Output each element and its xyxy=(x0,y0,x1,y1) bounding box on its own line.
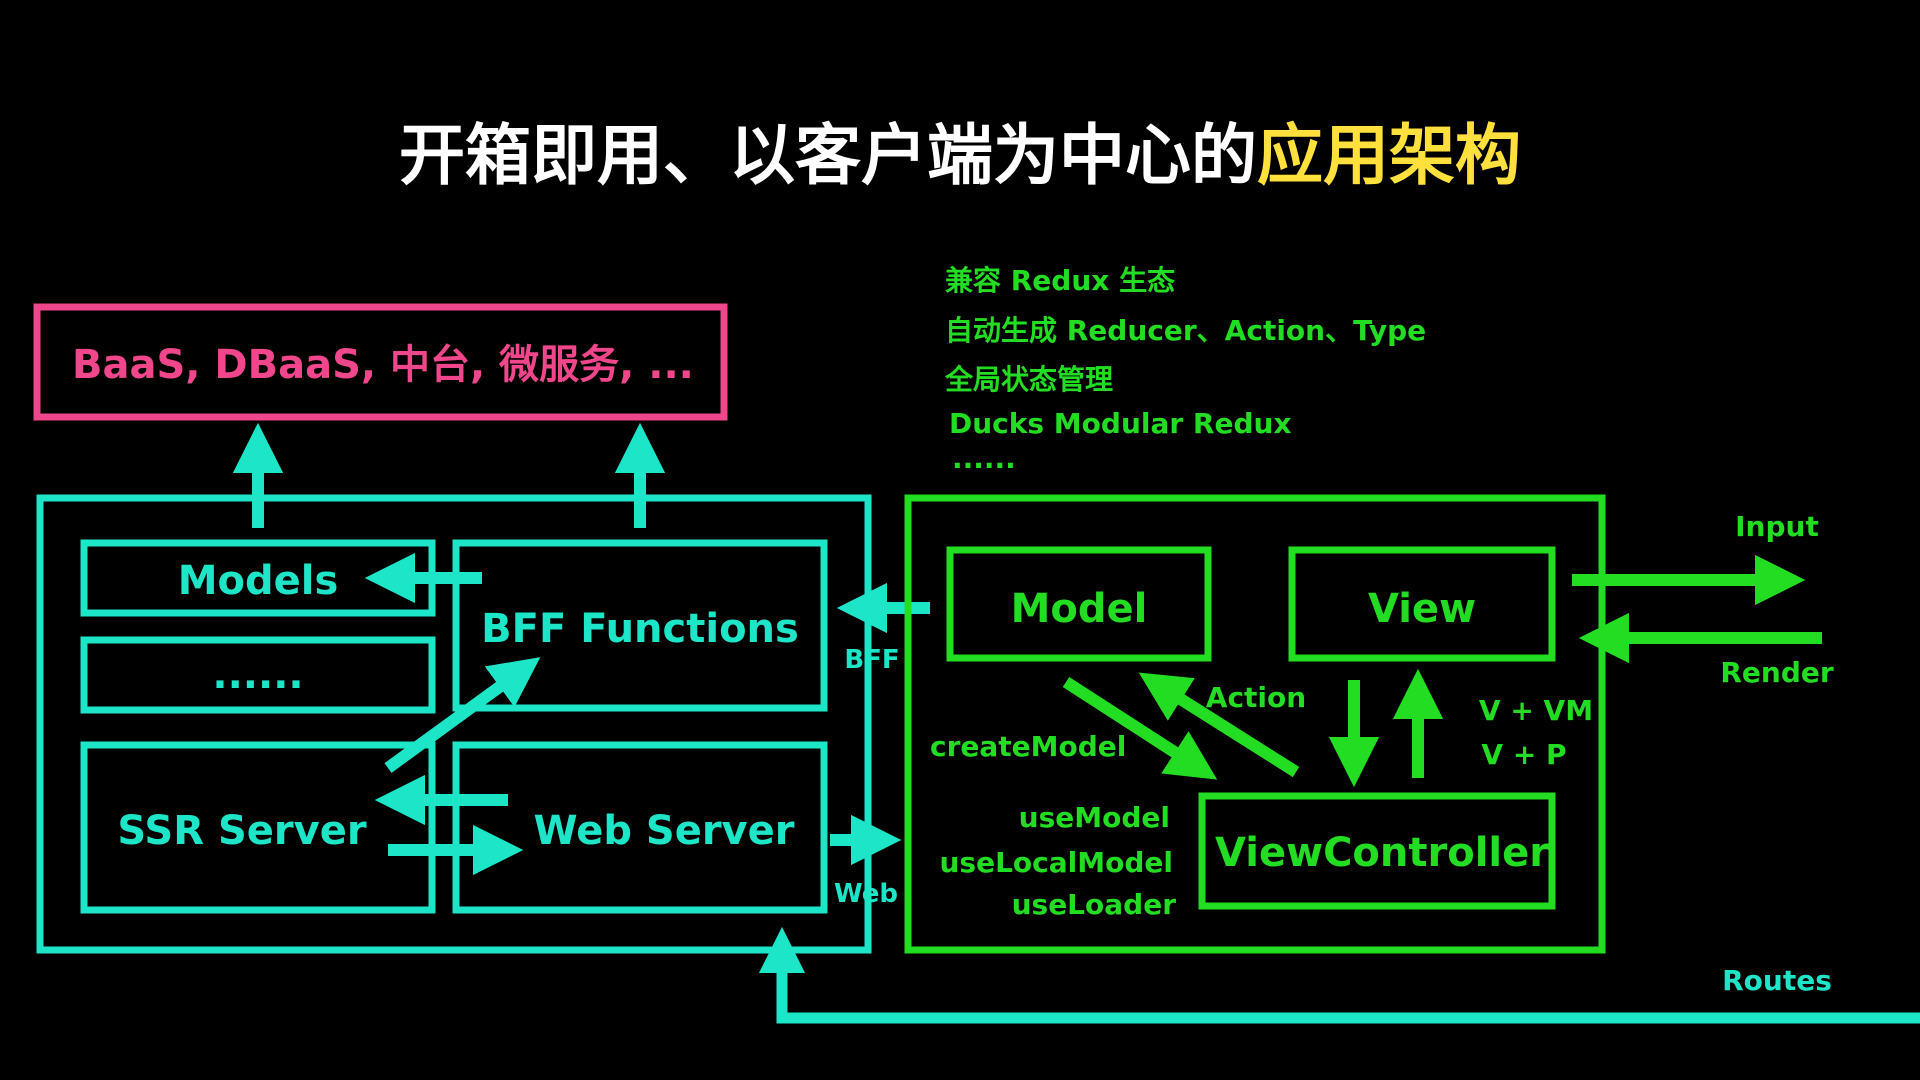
models-label: Models xyxy=(178,558,339,604)
use-local-model-label: useLocalModel xyxy=(940,846,1174,879)
ssr-server-label: SSR Server xyxy=(117,808,366,854)
create-model-label: createModel xyxy=(930,730,1126,763)
bff-connector-label: BFF xyxy=(844,645,899,675)
architecture-diagram: 开箱即用、以客户端为中心的应用架构 BaaS, DBaaS, 中台, 微服务, … xyxy=(33,117,1920,1024)
redux-note-2: 自动生成 Reducer、Action、Type xyxy=(945,314,1426,347)
viewcontroller-label: ViewController xyxy=(1215,830,1549,876)
routes-label: Routes xyxy=(1722,964,1832,997)
use-model-label: useModel xyxy=(1019,801,1170,834)
render-label: Render xyxy=(1720,656,1834,689)
title-accent: 应用架构 xyxy=(1257,117,1521,194)
v-vm-label: V + VM xyxy=(1479,694,1593,727)
redux-note-1: 兼容 Redux 生态 xyxy=(945,264,1175,297)
model-label: Model xyxy=(1011,586,1148,632)
v-p-label: V + P xyxy=(1481,738,1566,771)
title-main: 开箱即用、以客户端为中心的 xyxy=(399,117,1257,194)
use-loader-label: useLoader xyxy=(1012,888,1177,921)
baas-label: BaaS, DBaaS, 中台, 微服务, ... xyxy=(72,342,694,388)
bff-functions-label: BFF Functions xyxy=(481,606,799,652)
view-label: View xyxy=(1368,586,1476,632)
input-label: Input xyxy=(1735,510,1819,543)
page-title: 开箱即用、以客户端为中心的应用架构 xyxy=(399,117,1521,194)
redux-note-4: Ducks Modular Redux xyxy=(949,407,1292,440)
action-label: Action xyxy=(1206,681,1306,714)
web-server-label: Web Server xyxy=(534,808,795,854)
dots-label: ...... xyxy=(212,652,303,698)
redux-note-5: ...... xyxy=(952,442,1016,475)
web-connector-label: Web xyxy=(834,879,898,909)
redux-note-3: 全局状态管理 xyxy=(944,363,1113,396)
